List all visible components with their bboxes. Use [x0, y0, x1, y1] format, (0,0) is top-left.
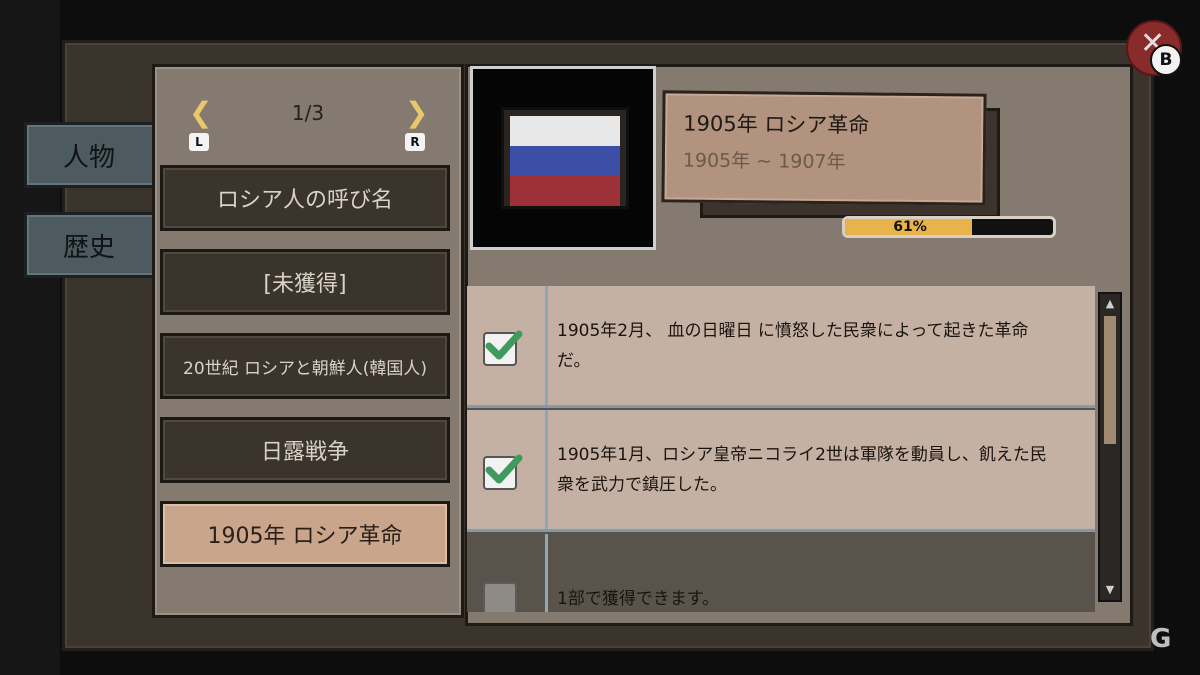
flag-red-stripe	[510, 176, 620, 206]
fact-divider	[545, 286, 548, 405]
background	[0, 0, 60, 675]
b-button-badge: B	[1150, 44, 1182, 76]
progress-text: 61%	[893, 219, 927, 235]
fact-text-locked: 1部で獲得できます。	[557, 589, 720, 609]
event-image	[470, 66, 656, 250]
list-item-locked[interactable]: [未獲得]	[160, 249, 450, 315]
unchecked-box-icon	[483, 582, 517, 612]
flag-blue-stripe	[510, 146, 620, 176]
event-title-card: 1905年 ロシア革命 1905年 ~ 1907年	[661, 90, 987, 206]
event-period: 1905年 ~ 1907年	[682, 149, 846, 174]
scroll-up-icon[interactable]: ▲	[1103, 298, 1117, 310]
site-logo: G	[1150, 624, 1172, 654]
fact-text: 1905年1月、ロシア皇帝ニコライ2世は軍隊を動員し、飢えた民衆を武力で鎮圧した…	[557, 445, 1047, 495]
list-item-russian-names[interactable]: ロシア人の呼び名	[160, 165, 450, 231]
fact-row-locked: 1部で獲得できます。	[467, 534, 1095, 612]
event-title: 1905年 ロシア革命	[683, 111, 870, 138]
tab-people-label: 人物	[63, 142, 116, 173]
fact-row: 1905年1月、ロシア皇帝ニコライ2世は軍隊を動員し、飢えた民衆を武力で鎮圧した…	[467, 410, 1095, 532]
fact-divider	[545, 410, 548, 529]
check-icon	[483, 454, 523, 490]
list-item-russo-japanese-war[interactable]: 日露戦争	[160, 417, 450, 483]
pager-key-l: L	[189, 133, 209, 151]
flag-white-stripe	[510, 116, 620, 146]
fact-text: 1905年2月、 血の日曜日 に憤怒した民衆によって起きた革命だ。	[557, 321, 1029, 371]
arrow-right-icon[interactable]: ❯	[405, 99, 428, 127]
pager-key-r: R	[405, 133, 425, 151]
russia-flag	[501, 107, 629, 209]
tab-history-label: 歴史	[63, 232, 116, 263]
list-item-russian-revolution[interactable]: 1905年 ロシア革命	[160, 501, 450, 567]
fact-row: 1905年2月、 血の日曜日 に憤怒した民衆によって起きた革命だ。	[467, 286, 1095, 408]
fact-list: 1905年2月、 血の日曜日 に憤怒した民衆によって起きた革命だ。 1905年1…	[467, 286, 1095, 612]
fact-divider	[545, 534, 548, 612]
pager: ❮ L 1/3 ❯ R	[155, 97, 461, 151]
scroll-thumb[interactable]	[1104, 316, 1116, 444]
scroll-down-icon[interactable]: ▼	[1103, 584, 1117, 596]
check-icon	[483, 330, 523, 366]
scrollbar[interactable]: ▲ ▼	[1098, 292, 1122, 602]
completion-progress-bar: 61%	[842, 216, 1056, 238]
list-item-russia-korea[interactable]: 20世紀 ロシアと朝鮮人(韓国人)	[160, 333, 450, 399]
event-list-panel: ❮ L 1/3 ❯ R ロシア人の呼び名 [未獲得] 20世紀 ロシアと朝鮮人(…	[152, 64, 464, 618]
